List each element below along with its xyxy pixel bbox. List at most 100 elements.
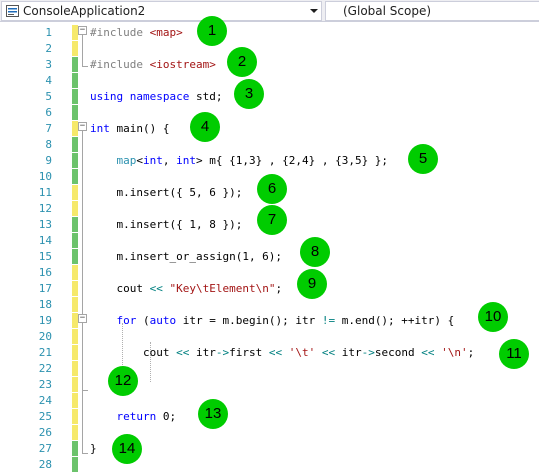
code-line[interactable]: 7 int main() { (0, 121, 539, 136)
token-str: "Key\tElement\n" (169, 282, 276, 295)
unsaved-change-marker (72, 361, 78, 376)
saved-change-marker (72, 457, 78, 472)
token: std; (195, 90, 223, 103)
line-number: 26 (38, 426, 52, 439)
code-line[interactable]: 1 #include <map> (0, 25, 539, 40)
code-line[interactable]: 28 (0, 457, 539, 472)
token-op: << (321, 346, 336, 359)
code-line[interactable]: 22 (0, 361, 539, 376)
line-number: 23 (38, 378, 52, 391)
line-number: 6 (45, 106, 52, 119)
unsaved-change-marker (72, 409, 78, 424)
token-kw: int (143, 154, 163, 167)
token-op: << (149, 282, 163, 295)
token: m.end(); ++itr) { (335, 314, 455, 327)
line-number: 21 (38, 346, 52, 359)
code-text: int main() { (90, 121, 169, 136)
token-pp: #include (90, 26, 150, 39)
unsaved-change-marker (72, 25, 78, 40)
callout-badge-5: 5 (408, 144, 438, 174)
code-line[interactable]: 18 (0, 297, 539, 312)
token: first (229, 346, 269, 359)
unsaved-change-marker (72, 201, 78, 216)
code-line[interactable]: 19 for (auto itr = m.begin(); itr != m.e… (0, 313, 539, 328)
code-text: m.insert({ 5, 6 }); (90, 185, 242, 200)
unsaved-change-marker (72, 377, 78, 392)
code-text: using namespace std; (90, 89, 222, 104)
code-line[interactable]: 17 cout << "Key\tElement\n"; (0, 281, 539, 296)
callout-badge-8: 8 (300, 237, 330, 267)
unsaved-change-marker (72, 329, 78, 344)
code-line[interactable]: 15 m.insert_or_assign(1, 6); (0, 249, 539, 264)
line-number: 16 (38, 266, 52, 279)
scope-dropdown[interactable]: (Global Scope) (325, 1, 539, 21)
unsaved-change-marker (72, 313, 78, 328)
token: cout (90, 282, 150, 295)
saved-change-marker (72, 89, 78, 104)
line-number: 13 (38, 218, 52, 231)
code-line[interactable]: 14 (0, 233, 539, 248)
token: , (162, 154, 177, 167)
saved-change-marker (72, 105, 78, 120)
line-number: 12 (38, 202, 52, 215)
token: ; (275, 282, 283, 295)
code-line[interactable]: 4 (0, 73, 539, 88)
callout-badge-11: 11 (499, 339, 529, 369)
code-text: cout << itr->first << '\t' << itr->secon… (90, 345, 474, 360)
code-line[interactable]: 24 (0, 393, 539, 408)
code-line[interactable]: 16 (0, 265, 539, 280)
callout-badge-14: 14 (112, 434, 142, 464)
line-number: 2 (45, 42, 52, 55)
code-line[interactable]: 25 return 0; (0, 409, 539, 424)
code-line[interactable]: 2 (0, 41, 539, 56)
unsaved-change-marker (72, 345, 78, 360)
line-number: 14 (38, 234, 52, 247)
unsaved-change-marker (72, 297, 78, 312)
project-dropdown-label: ConsoleApplication2 (23, 4, 146, 18)
token-kw: for (116, 314, 143, 327)
token-op: != (321, 314, 336, 327)
line-number: 1 (45, 26, 52, 39)
code-line[interactable]: 8 (0, 137, 539, 152)
chevron-down-icon[interactable] (310, 9, 318, 13)
token: itr = m.begin(); itr (182, 314, 322, 327)
token-kw: int (90, 122, 117, 135)
project-dropdown[interactable]: ConsoleApplication2 (1, 1, 322, 21)
cpp-project-icon (6, 5, 19, 17)
unsaved-change-marker (72, 425, 78, 440)
unsaved-change-marker (72, 41, 78, 56)
token: m.insert({ 5, 6 }); (90, 186, 243, 199)
unsaved-change-marker (72, 265, 78, 280)
code-text: map<int, int> m{ {1,3} , {2,4} , {3,5} }… (90, 153, 389, 168)
code-line[interactable]: 21 cout << itr->first << '\t' << itr->se… (0, 345, 539, 360)
token-kw: namespace (129, 90, 196, 103)
scope-dropdown-label: (Global Scope) (343, 4, 432, 18)
code-line[interactable]: 23 } (0, 377, 539, 392)
code-text: m.insert({ 1, 8 }); (90, 217, 242, 232)
token-kw: using (90, 90, 130, 103)
token: < (136, 154, 143, 167)
code-line[interactable]: 20 (0, 329, 539, 344)
code-line[interactable]: 6 (0, 105, 539, 120)
code-line[interactable]: 9 map<int, int> m{ {1,3} , {2,4} , {3,5}… (0, 153, 539, 168)
token-kw: int (176, 154, 196, 167)
line-number: 5 (45, 90, 52, 103)
callout-badge-9: 9 (297, 269, 327, 299)
code-text: cout << "Key\tElement\n"; (90, 281, 282, 296)
token-str: '\t' (288, 346, 316, 359)
callout-badge-12: 12 (108, 366, 138, 396)
unsaved-change-marker (72, 393, 78, 408)
token: } (90, 442, 97, 455)
code-text: m.insert_or_assign(1, 6); (90, 249, 282, 264)
token: m.insert({ 1, 8 }); (90, 218, 243, 231)
code-editor[interactable]: − − − 1 #include <map> 2 3 #include <iostrea… (0, 22, 539, 472)
token: main() { (116, 122, 170, 135)
code-line[interactable]: 5 using namespace std; (0, 89, 539, 104)
code-line[interactable]: 27} (0, 441, 539, 456)
line-number: 25 (38, 410, 52, 423)
code-line[interactable]: 26 (0, 425, 539, 440)
code-line[interactable]: 3 #include <iostream> (0, 57, 539, 72)
